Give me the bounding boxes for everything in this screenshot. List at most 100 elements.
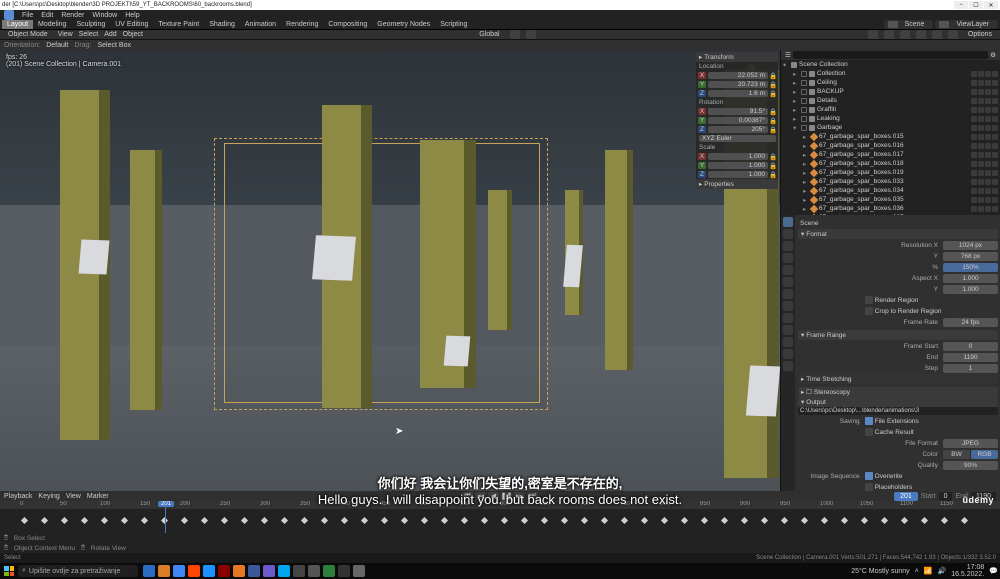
outliner-item[interactable]: ▸67_garbage_spar_boxes.018 [781,159,1000,168]
tab-particle-icon[interactable] [783,301,793,311]
tab-constraint-icon[interactable] [783,325,793,335]
fileformat-select[interactable]: JPEG [943,439,998,448]
taskbar-search[interactable]: ⌕Upišite ovdje za pretraživanje [18,565,138,577]
outliner-item[interactable]: ▸67_garbage_spar_boxes.017 [781,150,1000,159]
crop-check[interactable] [865,307,873,315]
section-framerange[interactable]: ▾ Frame Range [798,330,998,340]
mode-selector[interactable]: Object Mode [4,30,52,39]
menu-file[interactable]: File [22,12,33,19]
loc-y[interactable]: 20.723 m [708,81,768,88]
outliner-type-icon[interactable]: ☰ [785,51,791,59]
res-x-input[interactable]: 1024 px [943,241,998,250]
vp-menu-add[interactable]: Add [104,31,116,38]
aspect-x-input[interactable]: 1.000 [943,274,998,283]
scale-z[interactable]: 1.000 [708,171,768,178]
tab-sculpting[interactable]: Sculpting [71,20,110,29]
outliner-collection[interactable]: ▸Collection [781,69,1000,78]
tab-data-icon[interactable] [783,337,793,347]
menu-help[interactable]: Help [125,12,139,19]
frame-step-input[interactable]: 1 [943,364,998,373]
app-icon[interactable] [158,565,170,577]
outliner-item[interactable]: ▸67_garbage_spar_boxes.035 [781,195,1000,204]
filezilla-icon[interactable] [218,565,230,577]
tab-scripting[interactable]: Scripting [435,20,472,29]
tab-texturepaint[interactable]: Texture Paint [153,20,204,29]
viewlayer-selector[interactable]: ViewLayer [935,20,998,29]
outliner-collection[interactable]: ▸Graffiti [781,105,1000,114]
frame-start-input[interactable]: 0 [943,342,998,351]
tab-material-icon[interactable] [783,349,793,359]
menu-window[interactable]: Window [92,12,117,19]
section-output[interactable]: ▾ Output [798,397,998,407]
tl-menu-keying[interactable]: Keying [38,493,59,500]
tab-render-icon[interactable] [783,217,793,227]
scale-x[interactable]: 1.000 [708,153,768,160]
transform-orient[interactable]: Global [475,30,503,39]
cache-check[interactable] [865,428,873,436]
orientation-value[interactable]: Default [46,42,68,49]
proportional-toggle[interactable] [526,30,536,39]
tab-geonodes[interactable]: Geometry Nodes [372,20,435,29]
loc-x[interactable]: 22.052 m [708,72,768,79]
output-path[interactable]: C:\Users\pc\Desktop\...\blender\animatio… [798,407,998,415]
tl-menu-view[interactable]: View [66,493,81,500]
shading-wire[interactable] [900,30,910,39]
tab-modifier-icon[interactable] [783,289,793,299]
tab-layout[interactable]: Layout [2,20,33,29]
shading-solid[interactable] [916,30,926,39]
rot-mode[interactable]: XYZ Euler [699,135,776,142]
outliner-search-input[interactable] [793,51,988,59]
outliner-collection[interactable]: ▸Leaking [781,114,1000,123]
overlays-toggle[interactable] [868,30,878,39]
app-icon[interactable] [323,565,335,577]
app-icon[interactable] [203,565,215,577]
clock[interactable]: 17:0816.5.2022. [951,564,984,578]
start-frame[interactable]: 0 [939,492,953,501]
outliner-item[interactable]: ▸67_garbage_spar_boxes.019 [781,168,1000,177]
start-button[interactable] [2,564,16,578]
drag-value[interactable]: Select Box [98,42,131,49]
app-icon[interactable] [338,565,350,577]
shading-rendered[interactable] [948,30,958,39]
lock-icon[interactable]: 🔒 [769,72,776,80]
app-icon[interactable] [278,565,290,577]
quality-input[interactable]: 90% [943,461,998,470]
tab-compositing[interactable]: Compositing [323,20,372,29]
outliner-collection[interactable]: ▸Details [781,96,1000,105]
fileext-check[interactable] [865,417,873,425]
timeline-track[interactable] [0,513,1000,527]
res-y-input[interactable]: 768 px [943,252,998,261]
tab-world-icon[interactable] [783,265,793,275]
properties-header[interactable]: ▸ Properties [696,179,778,189]
res-pct-input[interactable]: 150% [943,263,998,272]
section-timestretch[interactable]: ▸ Time Stretching [798,374,998,384]
tab-animation[interactable]: Animation [240,20,281,29]
tl-menu-playback[interactable]: Playback [4,493,32,500]
frame-end-input[interactable]: 1190 [943,353,998,362]
tab-physics-icon[interactable] [783,313,793,323]
loc-z[interactable]: 1.6 m [708,90,768,97]
tl-menu-marker[interactable]: Marker [87,493,109,500]
viewport-canvas[interactable]: fps: 26 (201) Scene Collection | Camera.… [0,50,780,491]
xray-toggle[interactable] [884,30,894,39]
menu-render[interactable]: Render [61,12,84,19]
vp-menu-view[interactable]: View [58,31,73,38]
tab-scene-icon[interactable] [783,253,793,263]
overwrite-check[interactable] [865,472,873,480]
outliner-item[interactable]: ▸67_garbage_spar_boxes.015 [781,132,1000,141]
section-format[interactable]: ▾ Format [798,229,998,239]
outliner-collection[interactable]: ▾Garbage [781,123,1000,132]
minimize-button[interactable]: − [954,1,968,9]
filter-icon[interactable]: ⚙ [990,51,996,59]
outliner-root[interactable]: ▾Scene Collection [781,60,1000,69]
wifi-icon[interactable]: 📶 [924,567,933,575]
maximize-button[interactable]: ☐ [969,1,983,9]
weather-widget[interactable]: 25°C Mostly sunny [851,568,909,575]
tray-chevron-icon[interactable]: ˄ [915,568,919,575]
outliner-item[interactable]: ▸67_garbage_spar_boxes.033 [781,177,1000,186]
app-icon[interactable] [353,565,365,577]
vp-menu-select[interactable]: Select [79,31,98,38]
shading-matprev[interactable] [932,30,942,39]
notifications-icon[interactable]: 💬 [989,567,998,575]
menu-edit[interactable]: Edit [41,12,53,19]
